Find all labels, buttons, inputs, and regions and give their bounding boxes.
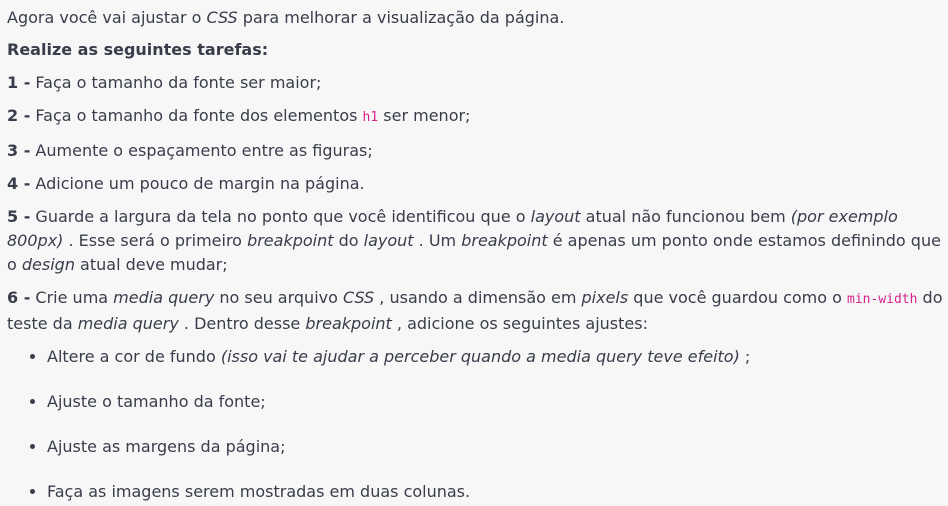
code-h1: h1	[362, 110, 379, 125]
task-number: 2 -	[7, 106, 31, 125]
task-text: . Um	[413, 231, 462, 250]
em-layout: layout	[530, 207, 581, 226]
em-breakpoint: breakpoint	[247, 231, 334, 250]
task-number: 1 -	[7, 73, 31, 92]
task-number: 6 -	[7, 288, 31, 307]
task-text: atual deve mudar;	[74, 255, 228, 274]
em-layout: layout	[363, 231, 414, 250]
adjustments-list: Altere a cor de fundo (isso vai te ajuda…	[7, 345, 948, 504]
em-css: CSS	[342, 288, 375, 307]
task-text: . Dentro desse	[178, 314, 306, 333]
em-design: design	[21, 255, 75, 274]
tasks-heading: Realize as seguintes tarefas:	[7, 40, 269, 59]
list-item-text: Altere a cor de fundo	[47, 347, 221, 366]
task-text: Guarde a largura da tela no ponto que vo…	[30, 207, 531, 226]
task-text: Faça o tamanho da fonte dos elementos	[30, 106, 363, 125]
intro-text-end: para melhorar a visualização da página.	[237, 8, 565, 27]
code-min-width: min-width	[847, 292, 918, 307]
task-text: Crie uma	[30, 288, 114, 307]
em-media-query: media query	[77, 314, 179, 333]
task-text-end: ser menor;	[378, 106, 471, 125]
task-1: 1 - Faça o tamanho da fonte ser maior;	[7, 71, 948, 95]
em-breakpoint: breakpoint	[305, 314, 392, 333]
task-text: Aumente o espaçamento entre as figuras;	[30, 141, 373, 160]
em-media-query: media query	[113, 288, 215, 307]
task-text: no seu arquivo	[214, 288, 343, 307]
intro-text: Agora você vai ajustar o	[7, 8, 207, 27]
list-item-em: (isso vai te ajudar a perceber quando a …	[220, 347, 740, 366]
task-6: 6 - Crie uma media query no seu arquivo …	[7, 286, 948, 336]
task-text: Faça o tamanho da fonte ser maior;	[30, 73, 322, 92]
task-text: , usando a dimensão em	[374, 288, 582, 307]
list-item: Faça as imagens serem mostradas em duas …	[47, 480, 948, 504]
task-number: 4 -	[7, 174, 31, 193]
instructions-content: Agora você vai ajustar o CSS para melhor…	[0, 0, 948, 504]
task-5: 5 - Guarde a largura da tela no ponto qu…	[7, 205, 948, 277]
em-pixels: pixels	[581, 288, 629, 307]
task-text: Adicione um pouco de margin na página.	[30, 174, 365, 193]
task-number: 5 -	[7, 207, 31, 226]
task-text: que você guardou como o	[628, 288, 848, 307]
list-item-text-end: ;	[739, 347, 751, 366]
list-item: Ajuste o tamanho da fonte;	[47, 390, 948, 414]
task-text: atual não funcionou bem	[580, 207, 791, 226]
em-breakpoint: breakpoint	[461, 231, 548, 250]
intro-paragraph: Agora você vai ajustar o CSS para melhor…	[7, 6, 948, 30]
task-4: 4 - Adicione um pouco de margin na págin…	[7, 172, 948, 196]
task-text: do	[333, 231, 364, 250]
task-number: 3 -	[7, 141, 31, 160]
list-item: Altere a cor de fundo (isso vai te ajuda…	[47, 345, 948, 369]
task-3: 3 - Aumente o espaçamento entre as figur…	[7, 139, 948, 163]
list-item: Ajuste as margens da página;	[47, 435, 948, 459]
intro-css-term: CSS	[206, 8, 238, 27]
task-text: , adicione os seguintes ajustes:	[391, 314, 648, 333]
task-2: 2 - Faça o tamanho da fonte dos elemento…	[7, 104, 948, 130]
task-text: . Esse será o primeiro	[63, 231, 248, 250]
